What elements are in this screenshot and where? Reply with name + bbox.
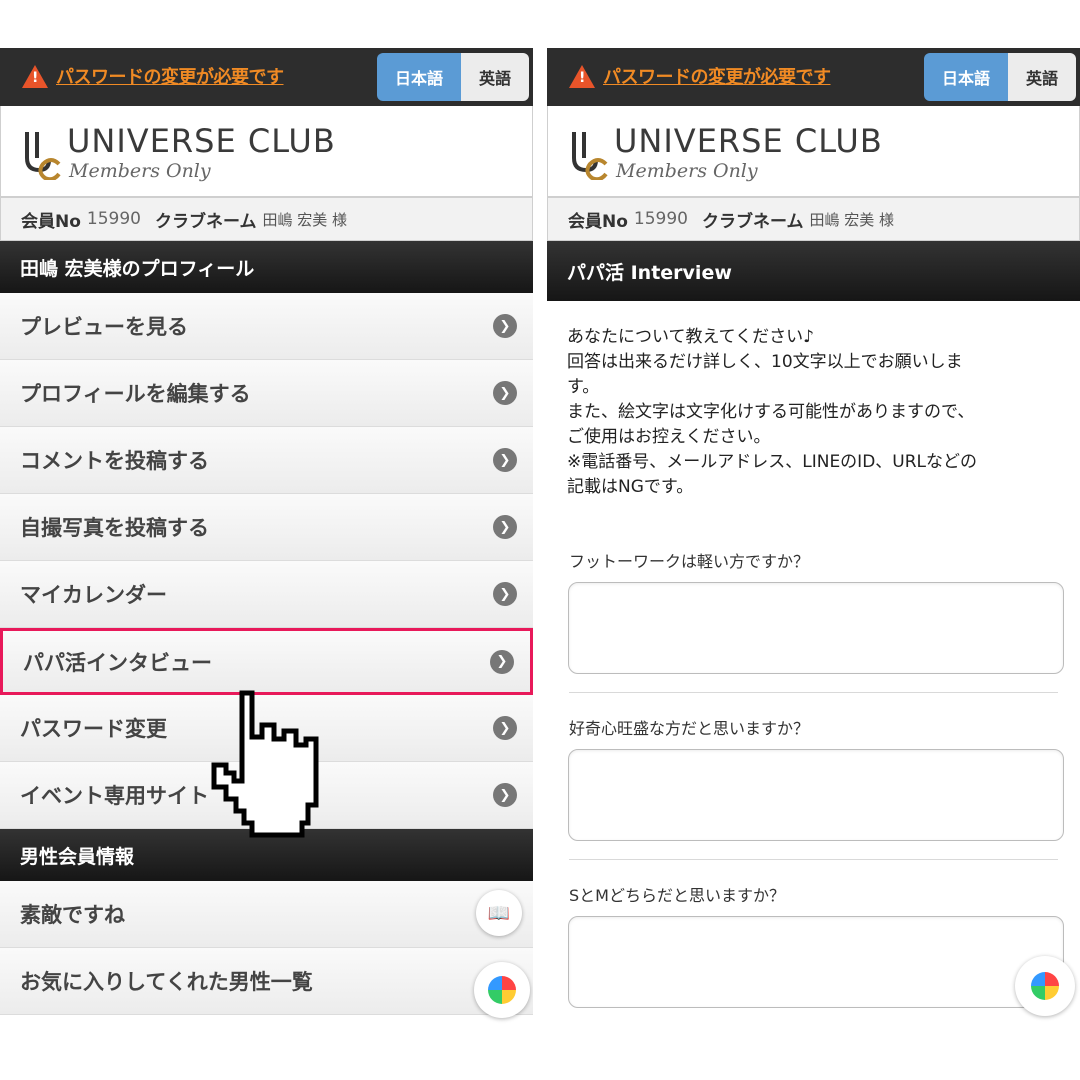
language-switch: 日本語 英語: [924, 53, 1076, 101]
answer-field-footwork[interactable]: [568, 582, 1064, 674]
member-no-label: 会員No: [568, 211, 628, 232]
logo-title: UNIVERSE CLUB: [67, 122, 336, 160]
menu-item-likes[interactable]: 素敵ですね: [0, 881, 533, 948]
instruction-line: ※電話番号、メールアドレス、LINEのID、URLなどの: [567, 452, 978, 472]
menu-item-label: パパ活インタビュー: [23, 650, 212, 675]
member-info: 会員No 15990 クラブネーム 田嶋 宏美 様: [0, 197, 533, 241]
member-no: 15990: [86, 209, 142, 229]
chevron-right-icon: ❯: [493, 314, 517, 338]
menu-item-preview[interactable]: プレビューを見る ❯: [0, 293, 533, 360]
answer-field-s-or-m[interactable]: [568, 916, 1064, 1008]
chevron-right-icon: ❯: [493, 381, 517, 405]
logo-subtitle: Members Only: [69, 160, 211, 182]
chevron-right-icon: ❯: [493, 582, 517, 606]
menu-item-favorited-by[interactable]: お気に入りしてくれた男性一覧: [0, 948, 533, 1015]
brain-icon: [1031, 972, 1059, 1000]
instruction-line: す。: [567, 377, 600, 397]
chevron-right-icon: ❯: [493, 783, 517, 807]
menu-item-label: コメントを投稿する: [20, 449, 209, 473]
profile-section-title: 田嶋 宏美様のプロフィール: [0, 241, 533, 293]
menu-item-my-calendar[interactable]: マイカレンダー ❯: [0, 561, 533, 628]
instruction-line: また、絵文字は文字化けする可能性がありますので、: [567, 402, 975, 422]
warning-icon: !: [22, 64, 48, 88]
menu-item-label: 自撮写真を投稿する: [20, 516, 209, 540]
menu-item-label: プレビューを見る: [20, 315, 188, 339]
chevron-right-icon: ❯: [493, 716, 517, 740]
menu-item-label: イベント専用サイト: [20, 784, 209, 808]
menu-item-label: マイカレンダー: [20, 583, 167, 607]
answer-field-curiosity[interactable]: [568, 749, 1064, 841]
logo-header: UNIVERSE CLUB Members Only: [0, 106, 533, 197]
top-bar: ! パスワードの変更が必要です 日本語 英語: [547, 48, 1080, 106]
clubname-label: クラブネーム: [702, 211, 804, 232]
member-name: 田嶋 宏美 様: [809, 210, 895, 229]
password-warning[interactable]: ! パスワードの変更が必要です: [569, 63, 831, 89]
interview-screen: ! パスワードの変更が必要です 日本語 英語 UNIVERSE CLUB Mem…: [547, 48, 1080, 1031]
universe-club-logo-icon: [572, 132, 608, 180]
password-warning-link[interactable]: パスワードの変更が必要です: [603, 63, 831, 89]
instruction-line: 記載はNGです。: [567, 477, 694, 497]
menu-item-label: パスワード変更: [20, 717, 167, 741]
chevron-right-icon: ❯: [490, 649, 514, 674]
menu-item-label: プロフィールを編集する: [20, 382, 251, 406]
member-name: 田嶋 宏美 様: [262, 210, 348, 229]
lang-en-button[interactable]: 英語: [461, 53, 529, 101]
book-icon: 📖: [487, 902, 511, 924]
interview-instructions: あなたについて教えてください♪ 回答は出来るだけ詳しく、10文字以上でお願いしま…: [547, 301, 1080, 500]
reader-button[interactable]: 📖: [476, 890, 522, 936]
question-label: SとMどちらだと思いますか？: [569, 886, 785, 905]
assistant-button[interactable]: [474, 962, 530, 1018]
interview-section-title: パパ活 Interview: [547, 241, 1080, 301]
question-label: 好奇心旺盛な方だと思いますか？: [569, 719, 810, 738]
hand-pointer-icon: [211, 690, 319, 838]
lang-ja-button[interactable]: 日本語: [924, 53, 1008, 101]
menu-item-label: 素敵ですね: [20, 903, 125, 927]
menu-item-post-comment[interactable]: コメントを投稿する ❯: [0, 427, 533, 494]
brain-icon: [488, 976, 516, 1004]
language-switch: 日本語 英語: [377, 53, 529, 101]
menu-item-edit-profile[interactable]: プロフィールを編集する ❯: [0, 360, 533, 427]
profile-menu-screen: ! パスワードの変更が必要です 日本語 英語 UNIVERSE CLUB Mem…: [0, 48, 533, 1031]
clubname-label: クラブネーム: [155, 211, 257, 232]
member-no: 15990: [633, 209, 689, 229]
password-warning[interactable]: ! パスワードの変更が必要です: [22, 63, 284, 89]
instruction-line: あなたについて教えてください♪: [567, 327, 814, 347]
member-no-label: 会員No: [21, 211, 81, 232]
top-bar: ! パスワードの変更が必要です 日本語 英語: [0, 48, 533, 106]
warning-icon: !: [569, 64, 595, 88]
logo-header: UNIVERSE CLUB Members Only: [547, 106, 1080, 197]
chevron-right-icon: ❯: [493, 448, 517, 472]
password-warning-link[interactable]: パスワードの変更が必要です: [56, 63, 284, 89]
menu-item-post-selfie[interactable]: 自撮写真を投稿する ❯: [0, 494, 533, 561]
universe-club-logo-icon: [25, 132, 61, 180]
lang-en-button[interactable]: 英語: [1008, 53, 1076, 101]
member-info: 会員No 15990 クラブネーム 田嶋 宏美 様: [547, 197, 1080, 241]
instruction-line: 回答は出来るだけ詳しく、10文字以上でお願いしま: [567, 352, 963, 372]
chevron-right-icon: ❯: [493, 515, 517, 539]
question-label: フットーワークは軽い方ですか？: [569, 552, 810, 571]
lang-ja-button[interactable]: 日本語: [377, 53, 461, 101]
instruction-line: ご使用はお控えください。: [567, 427, 771, 447]
assistant-button[interactable]: [1015, 956, 1075, 1016]
menu-item-label: お気に入りしてくれた男性一覧: [20, 970, 313, 994]
logo-subtitle: Members Only: [616, 160, 758, 182]
logo-title: UNIVERSE CLUB: [614, 122, 883, 160]
